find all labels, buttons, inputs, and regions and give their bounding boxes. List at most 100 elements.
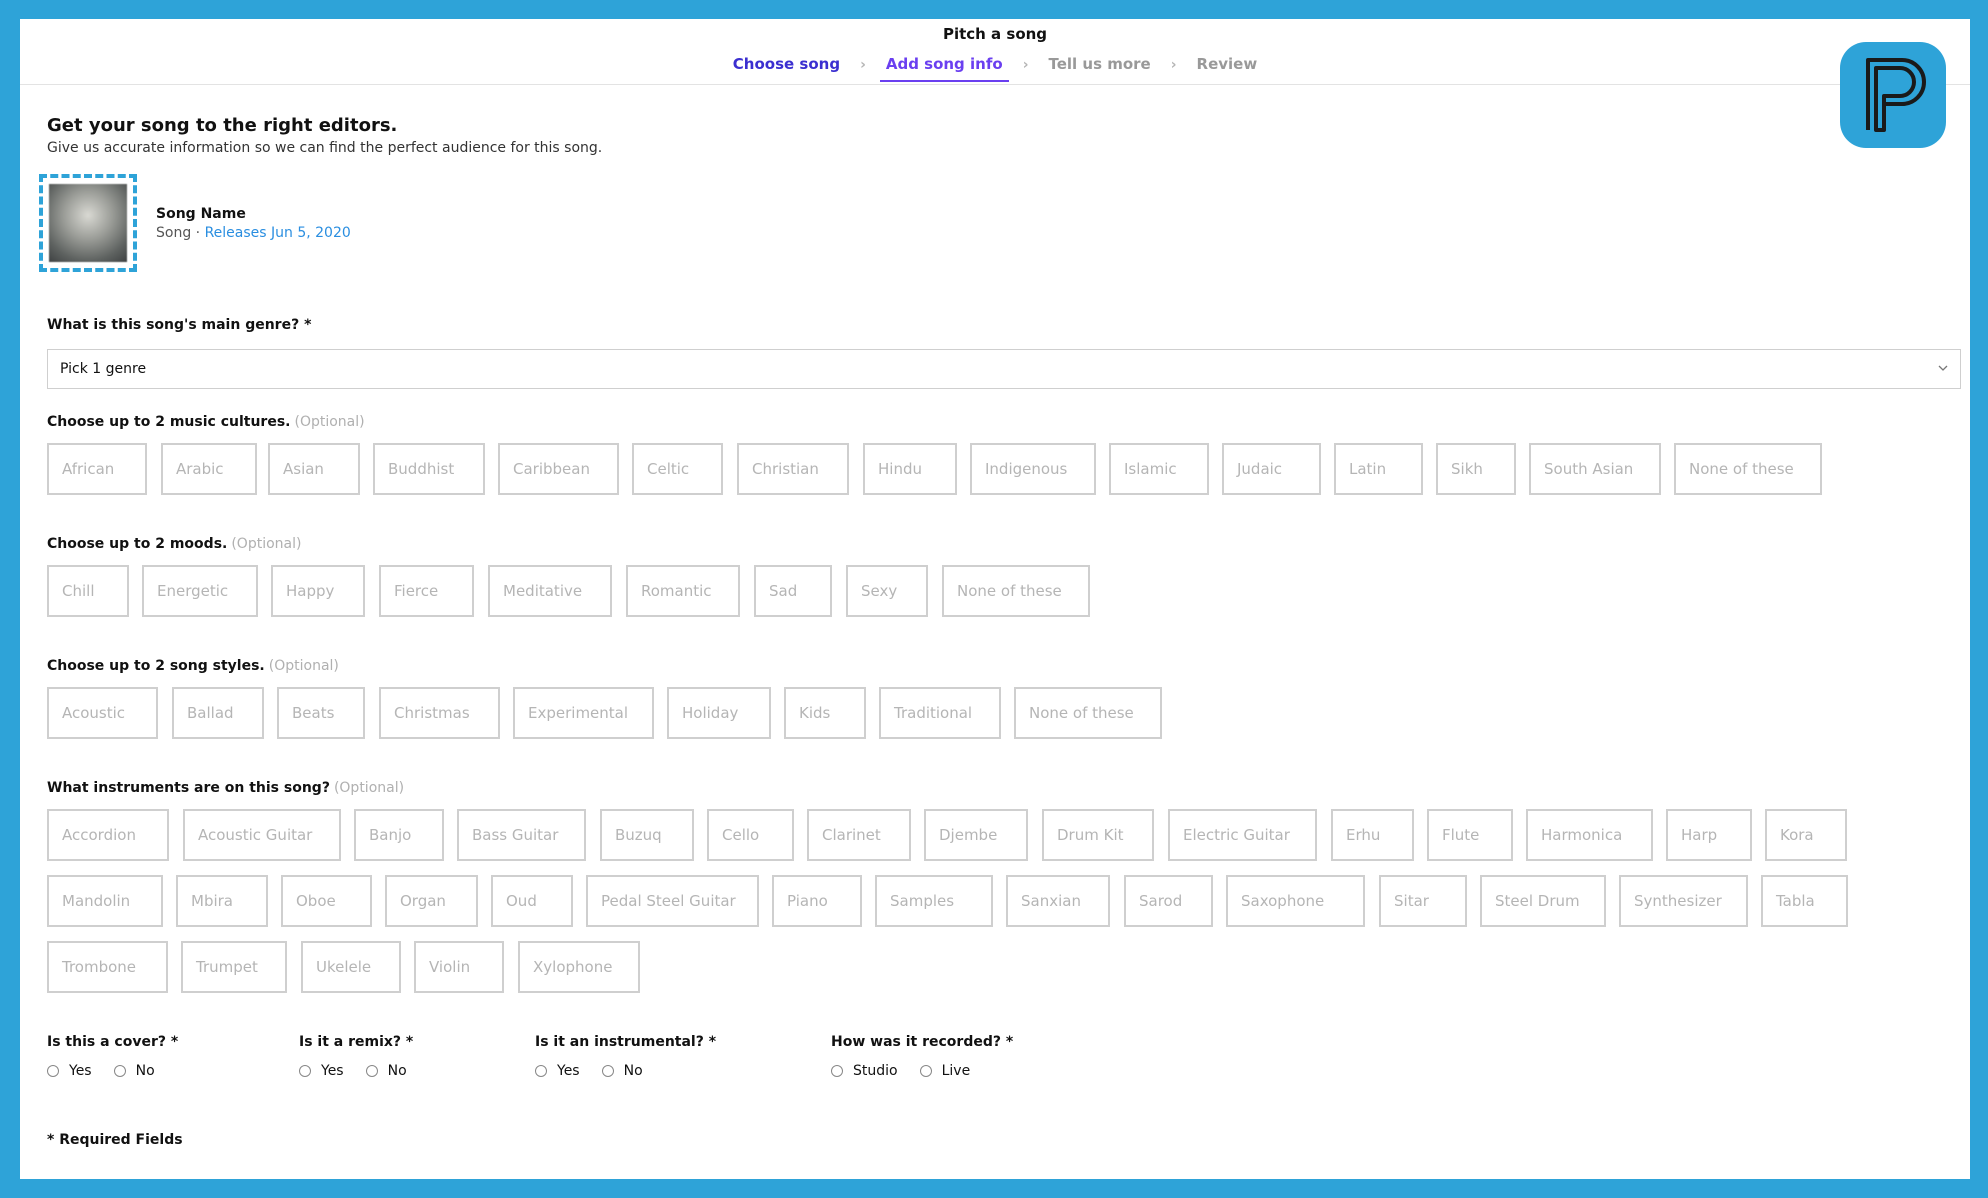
style-chip[interactable]: Traditional — [879, 687, 1001, 739]
instrument-chip[interactable]: Pedal Steel Guitar — [586, 875, 759, 927]
culture-chip[interactable]: African — [47, 443, 147, 495]
culture-chip[interactable]: Celtic — [632, 443, 723, 495]
cover-yes-radio[interactable]: Yes — [47, 1063, 92, 1079]
instrument-chip[interactable]: Buzuq — [600, 809, 694, 861]
step-add-song-info[interactable]: Add song info — [879, 55, 1009, 82]
style-chip[interactable]: Kids — [784, 687, 866, 739]
mood-chip-none[interactable]: None of these — [942, 565, 1090, 617]
radio-circle-icon — [535, 1065, 547, 1077]
culture-chip[interactable]: Asian — [268, 443, 360, 495]
mood-chip[interactable]: Sexy — [846, 565, 928, 617]
radio-circle-icon — [299, 1065, 311, 1077]
style-chip[interactable]: Holiday — [667, 687, 771, 739]
remix-radio-group: Yes No — [299, 1063, 429, 1079]
culture-chip[interactable]: Indigenous — [970, 443, 1096, 495]
mood-chip[interactable]: Sad — [754, 565, 832, 617]
page-title: Pitch a song — [942, 25, 1048, 43]
culture-chip[interactable]: Islamic — [1109, 443, 1209, 495]
style-chip[interactable]: Beats — [277, 687, 365, 739]
instrument-chip[interactable]: Accordion — [47, 809, 169, 861]
mood-chip[interactable]: Meditative — [488, 565, 612, 617]
chevron-right-icon: › — [860, 57, 866, 73]
radio-label: Live — [941, 1063, 971, 1079]
culture-chip[interactable]: Judaic — [1222, 443, 1321, 495]
radio-label: Yes — [69, 1063, 92, 1079]
mood-chip[interactable]: Chill — [47, 565, 129, 617]
instrument-chip[interactable]: Organ — [385, 875, 478, 927]
mood-chip[interactable]: Fierce — [379, 565, 474, 617]
radio-circle-icon — [831, 1065, 843, 1077]
recorded-studio-radio[interactable]: Studio — [831, 1063, 898, 1079]
instrument-chip[interactable]: Saxophone — [1226, 875, 1365, 927]
instrument-chip[interactable]: Violin — [414, 941, 504, 993]
instrument-chip[interactable]: Mandolin — [47, 875, 163, 927]
instrument-chip[interactable]: Xylophone — [518, 941, 640, 993]
instrument-chip[interactable]: Sitar — [1379, 875, 1467, 927]
remix-yes-radio[interactable]: Yes — [299, 1063, 344, 1079]
required-fields-note: * Required Fields — [47, 1132, 183, 1148]
culture-chip[interactable]: Hindu — [863, 443, 957, 495]
radio-circle-icon — [919, 1065, 932, 1077]
instrument-chip[interactable]: Harp — [1666, 809, 1752, 861]
culture-chip[interactable]: Sikh — [1436, 443, 1516, 495]
mood-chip[interactable]: Romantic — [626, 565, 740, 617]
instrument-chip[interactable]: Kora — [1765, 809, 1847, 861]
mood-chip[interactable]: Energetic — [142, 565, 258, 617]
remix-no-radio[interactable]: No — [365, 1063, 407, 1079]
instrument-chip[interactable]: Banjo — [354, 809, 444, 861]
radio-circle-icon — [113, 1065, 126, 1077]
instrument-chip[interactable]: Synthesizer — [1619, 875, 1748, 927]
instrument-chip[interactable]: Steel Drum — [1480, 875, 1606, 927]
instrument-chip[interactable]: Trumpet — [181, 941, 287, 993]
page-header: Pitch a song Choose song › Add song info… — [20, 19, 1970, 85]
culture-chip[interactable]: Buddhist — [373, 443, 485, 495]
radio-label: No — [387, 1063, 407, 1079]
instrument-chip[interactable]: Cello — [707, 809, 794, 861]
instrument-chip[interactable]: Harmonica — [1526, 809, 1653, 861]
culture-chip-none[interactable]: None of these — [1674, 443, 1822, 495]
instrument-chip[interactable]: Electric Guitar — [1168, 809, 1317, 861]
instrument-chip[interactable]: Ukelele — [301, 941, 401, 993]
instrument-chip[interactable]: Sanxian — [1006, 875, 1110, 927]
moods-label: Choose up to 2 moods. (Optional) — [47, 536, 301, 552]
step-choose-song[interactable]: Choose song — [727, 55, 846, 82]
style-chip[interactable]: Ballad — [172, 687, 264, 739]
style-chip[interactable]: Acoustic — [47, 687, 158, 739]
recorded-live-radio[interactable]: Live — [919, 1063, 971, 1079]
instrument-chip[interactable]: Tabla — [1761, 875, 1848, 927]
instrument-chip[interactable]: Drum Kit — [1042, 809, 1154, 861]
culture-chip[interactable]: South Asian — [1529, 443, 1661, 495]
culture-chip[interactable]: Christian — [737, 443, 849, 495]
recorded-radio-group: Studio Live — [831, 1063, 992, 1079]
instrument-chip[interactable]: Oboe — [281, 875, 372, 927]
mood-chip[interactable]: Happy — [271, 565, 365, 617]
chevron-right-icon: › — [1022, 57, 1029, 73]
radio-circle-icon — [47, 1065, 59, 1077]
instrument-chip[interactable]: Sarod — [1124, 875, 1213, 927]
culture-chip[interactable]: Caribbean — [498, 443, 619, 495]
chevron-right-icon: › — [1170, 57, 1177, 73]
style-chip[interactable]: Christmas — [379, 687, 500, 739]
culture-chip[interactable]: Arabic — [161, 443, 257, 495]
instrument-chip[interactable]: Mbira — [176, 875, 268, 927]
instrument-chip[interactable]: Erhu — [1331, 809, 1414, 861]
cover-no-radio[interactable]: No — [113, 1063, 155, 1079]
song-artwork-frame — [39, 174, 137, 272]
intro-heading: Get your song to the right editors. — [47, 115, 398, 136]
instrumental-no-radio[interactable]: No — [601, 1063, 643, 1079]
instrument-chip[interactable]: Trombone — [47, 941, 168, 993]
instrument-chip[interactable]: Flute — [1427, 809, 1513, 861]
style-chip[interactable]: Experimental — [513, 687, 654, 739]
brand-logo-icon — [1840, 42, 1946, 148]
instrument-chip[interactable]: Clarinet — [807, 809, 911, 861]
instrument-chip[interactable]: Piano — [772, 875, 862, 927]
instrument-chip[interactable]: Djembe — [924, 809, 1028, 861]
genre-select[interactable]: Pick 1 genre — [47, 349, 1961, 389]
instrument-chip[interactable]: Samples — [875, 875, 993, 927]
culture-chip[interactable]: Latin — [1334, 443, 1423, 495]
instrument-chip[interactable]: Bass Guitar — [457, 809, 586, 861]
style-chip-none[interactable]: None of these — [1014, 687, 1162, 739]
instrument-chip[interactable]: Oud — [491, 875, 573, 927]
instrumental-yes-radio[interactable]: Yes — [535, 1063, 580, 1079]
instrument-chip[interactable]: Acoustic Guitar — [183, 809, 341, 861]
